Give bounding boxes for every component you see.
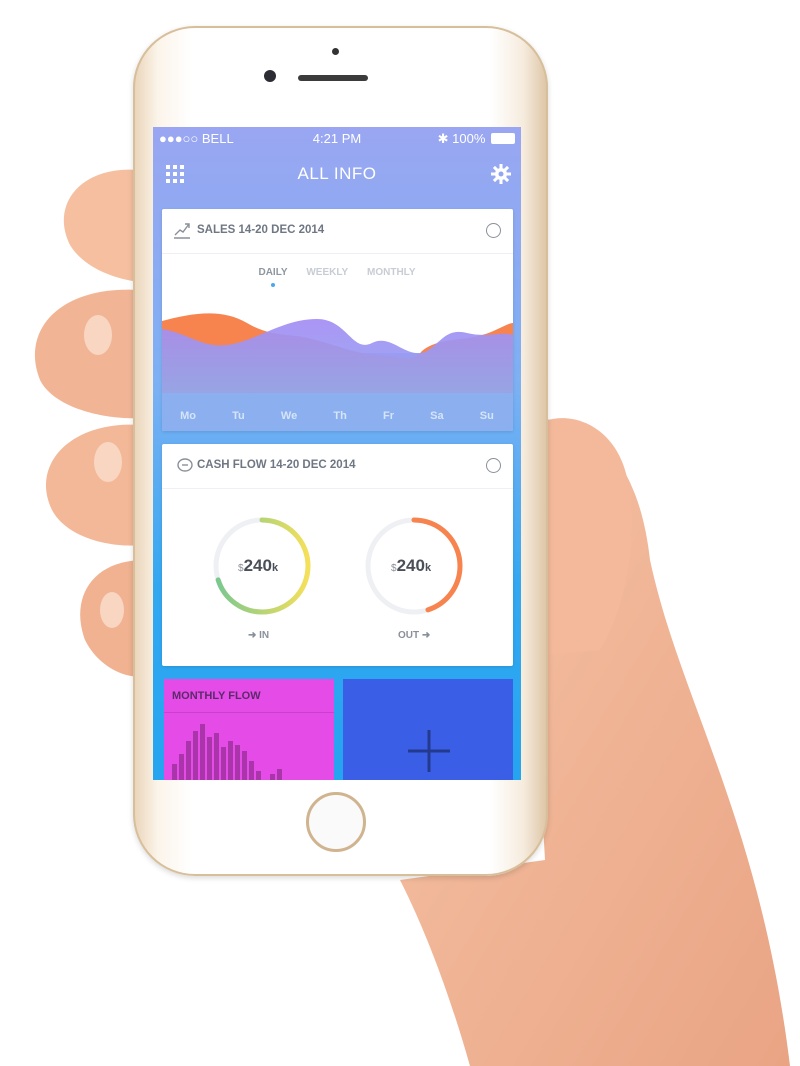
cashflow-card-title: CASH FLOW 14-20 DEC 2014: [197, 459, 356, 471]
proximity-sensor: [332, 48, 339, 55]
battery-percent: 100%: [452, 131, 486, 146]
sales-select-radio[interactable]: [486, 223, 501, 238]
phone-screen: ●●●○○ BELL 4:21 PM ✱ 100% ALL INFO SALES…: [153, 127, 521, 780]
tab-monthly[interactable]: MONTHLY: [367, 267, 416, 278]
tab-weekly[interactable]: WEEKLY: [306, 267, 348, 278]
bluetooth-icon: ✱: [437, 131, 449, 146]
coins-icon: [177, 458, 193, 472]
sales-card: SALES 14-20 DEC 2014 DAILY WEEKLY MONTHL…: [162, 209, 513, 431]
day-label: Th: [333, 410, 347, 422]
cashflow-card: CASH FLOW 14-20 DEC 2014 $240k ➜ IN $240…: [162, 444, 513, 666]
page-title: ALL INFO: [297, 164, 377, 183]
monthly-flow-title: MONTHLY FLOW: [172, 690, 261, 702]
battery-label: ✱ 100%: [438, 131, 515, 147]
cash-out-amount: $240k: [391, 556, 431, 576]
cashflow-select-radio[interactable]: [486, 458, 501, 473]
battery-icon: [491, 133, 515, 144]
day-label: Tu: [232, 410, 245, 422]
unit-label: k: [424, 562, 432, 574]
active-tab-indicator: [271, 283, 275, 287]
status-bar: ●●●○○ BELL 4:21 PM ✱ 100%: [153, 127, 521, 149]
day-label: Sa: [430, 410, 444, 422]
monthly-flow-tile[interactable]: MONTHLY FLOW: [164, 679, 334, 780]
day-label: Fr: [382, 410, 394, 422]
cash-in-caption: ➜ IN: [248, 630, 270, 641]
cash-in-amount: $240k: [238, 556, 278, 576]
sales-range-tabs: DAILY WEEKLY MONTHLY: [162, 267, 512, 278]
home-button[interactable]: [306, 792, 366, 852]
day-label: Mo: [180, 410, 196, 422]
cashflow-card-header: CASH FLOW 14-20 DEC 2014: [162, 444, 513, 489]
day-label: Su: [479, 410, 494, 422]
sales-card-header: SALES 14-20 DEC 2014: [162, 209, 513, 254]
cash-out-caption: OUT ➜: [398, 630, 431, 641]
sales-card-title: SALES 14-20 DEC 2014: [197, 224, 325, 236]
earpiece-speaker: [298, 75, 368, 81]
cash-in-value: 240: [243, 556, 272, 575]
add-widget-tile[interactable]: [343, 679, 513, 780]
day-label: We: [280, 410, 298, 422]
unit-label: k: [271, 562, 279, 574]
tab-daily[interactable]: DAILY: [258, 267, 287, 278]
divider: [164, 712, 334, 713]
monthly-histogram: [172, 724, 282, 780]
nav-bar: ALL INFO: [153, 149, 521, 199]
gear-icon[interactable]: [491, 164, 511, 184]
front-camera: [264, 70, 276, 82]
cash-out-value: 240: [396, 556, 425, 575]
trend-icon: [174, 223, 190, 239]
plus-icon: [408, 730, 450, 772]
weekday-axis: Mo Tu We Th Fr Sa Su: [162, 410, 512, 422]
